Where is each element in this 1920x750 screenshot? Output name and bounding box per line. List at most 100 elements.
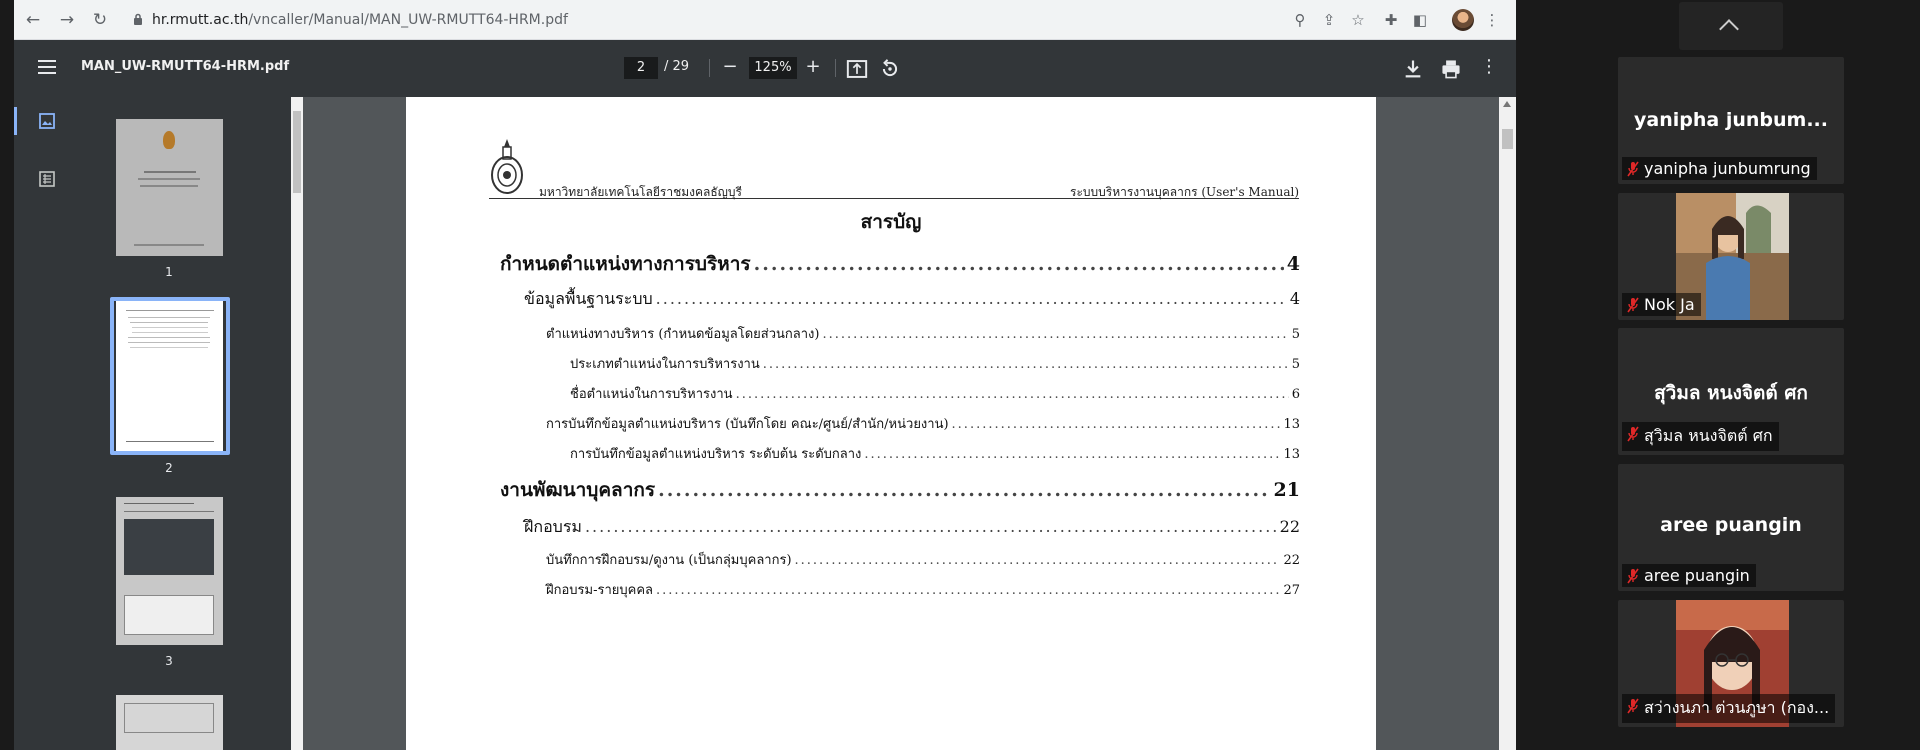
thumb-text-line <box>134 244 204 246</box>
toc-page-number: 6 <box>1291 387 1300 402</box>
toolbar-divider <box>709 59 710 77</box>
toc-page-number: 4 <box>1286 253 1300 275</box>
participant-tile[interactable]: สุวิมล หนงจิตต์ ศก สุวิมล หนงจิตต์ ศก <box>1618 328 1844 455</box>
document-scrollbar[interactable] <box>1499 97 1516 750</box>
toc-leader: ........................................… <box>822 327 1289 342</box>
toc-entry-label: งานพัฒนาบุคลากร <box>500 479 656 501</box>
scroll-up-arrow-icon[interactable] <box>1503 101 1511 107</box>
url-field[interactable]: hr.rmutt.ac.th/vncaller/Manual/MAN_UW-RM… <box>152 12 568 28</box>
rotate-icon[interactable] <box>879 58 901 80</box>
print-icon[interactable] <box>1440 58 1462 80</box>
toc-entry-label: ประเภทตำแหน่งในการบริหารงาน <box>570 357 760 372</box>
toc-page-number: 4 <box>1289 289 1300 308</box>
address-bar: ← → ↻ hr.rmutt.ac.th/vncaller/Manual/MAN… <box>14 0 1516 40</box>
toc-entry-label: กำหนดตำแหน่งทางการบริหาร <box>500 253 751 275</box>
participant-tile[interactable]: สว่างนภา ต่วนภูษา (กอง... <box>1618 600 1844 727</box>
participant-tile[interactable]: aree puangin aree puangin <box>1618 464 1844 591</box>
toc-entry-label: ฝึกอบรม <box>524 517 582 536</box>
pdf-toolbar: MAN_UW-RMUTT64-HRM.pdf 2 / 29 − 125% + ⋮ <box>14 40 1516 97</box>
toc-leader: ........................................… <box>584 517 1277 536</box>
thumbnail-page-3[interactable] <box>116 497 223 645</box>
zoom-level-input[interactable]: 125% <box>749 57 797 79</box>
toc-entry[interactable]: ฝึกอบรม-รายบุคคล........................… <box>546 579 1300 600</box>
thumb-text-line <box>132 332 208 333</box>
thumb-text-line <box>130 347 208 348</box>
toc-leader: ........................................… <box>753 253 1284 275</box>
more-options-icon[interactable]: ⋮ <box>1478 56 1500 78</box>
muted-mic-icon <box>1627 297 1639 313</box>
toc-leader: ........................................… <box>762 357 1289 372</box>
thumb-text-line <box>124 511 214 512</box>
forward-icon[interactable]: → <box>56 9 78 31</box>
toc-page-number: 21 <box>1273 479 1300 501</box>
toc-entry[interactable]: ประเภทตำแหน่งในการบริหารงาน.............… <box>570 353 1300 374</box>
download-icon[interactable] <box>1402 58 1424 80</box>
reload-icon[interactable]: ↻ <box>89 9 111 31</box>
toc-entry-label: การบันทึกข้อมูลตำแหน่งบริหาร (บันทึกโดย … <box>546 417 949 432</box>
collapse-panel-button[interactable] <box>1679 2 1783 50</box>
toc-entry-label: ฝึกอบรม-รายบุคคล <box>546 583 654 598</box>
toc-leader: ........................................… <box>864 447 1280 462</box>
back-icon[interactable]: ← <box>22 9 44 31</box>
chevron-up-icon <box>1719 19 1739 39</box>
scrollbar-thumb[interactable] <box>293 111 301 193</box>
thumbnail-number: 1 <box>165 265 173 279</box>
participant-name: สว่างนภา ต่วนภูษา (กอง... <box>1644 698 1830 717</box>
menu-kebab-icon[interactable]: ⋮ <box>1482 10 1502 30</box>
document-title: MAN_UW-RMUTT64-HRM.pdf <box>81 59 290 74</box>
extensions-icon[interactable]: ✚ <box>1381 10 1401 30</box>
participant-nametag: aree puangin <box>1622 564 1756 587</box>
toc-entry[interactable]: กำหนดตำแหน่งทางการบริหาร................… <box>500 249 1300 279</box>
toc-entry[interactable]: ฝึกอบรม.................................… <box>524 515 1300 540</box>
thumb-table <box>124 703 214 733</box>
toc-entry[interactable]: การบันทึกข้อมูลตำแหน่งบริหาร (บันทึกโดย … <box>546 413 1300 434</box>
outline-tab-icon[interactable] <box>36 168 58 190</box>
url-path: /vncaller/Manual/MAN_UW-RMUTT64-HRM.pdf <box>248 12 568 28</box>
toc-entry[interactable]: การบันทึกข้อมูลตำแหน่งบริหาร ระดับต้น ระ… <box>570 443 1300 464</box>
side-panel-icon[interactable]: ◧ <box>1410 10 1430 30</box>
participant-tile[interactable]: yanipha junbum... yanipha junbumrung <box>1618 57 1844 184</box>
toc-entry[interactable]: ตำแหน่งทางบริหาร (กำหนดข้อมูลโดยส่วนกลาง… <box>546 323 1300 344</box>
toc-leader: ........................................… <box>735 387 1289 402</box>
bookmark-star-icon[interactable]: ☆ <box>1348 10 1368 30</box>
toc-page-number: 27 <box>1283 583 1300 598</box>
zoom-in-icon[interactable]: + <box>802 56 824 78</box>
profile-avatar[interactable] <box>1452 9 1474 31</box>
sidebar-toggle-icon[interactable] <box>38 60 56 74</box>
toc-entry[interactable]: งานพัฒนาบุคลากร.........................… <box>500 475 1300 505</box>
page-header: มหาวิทยาลัยเทคโนโลยีราชมงคลธัญบุรี ระบบบ… <box>489 137 1299 199</box>
muted-mic-icon <box>1627 161 1639 177</box>
lock-icon[interactable] <box>133 13 143 25</box>
participant-tile[interactable]: Nok Ja <box>1618 193 1844 320</box>
participant-display-name: สุวิมล หนงจิตต์ ศก <box>1654 382 1808 404</box>
url-host: hr.rmutt.ac.th <box>152 12 249 28</box>
participant-nametag: Nok Ja <box>1622 293 1701 316</box>
thumbnail-page-1[interactable] <box>116 119 223 256</box>
thumb-text-line <box>124 503 194 504</box>
sidebar-tabs <box>14 97 70 750</box>
sidebar-scrollbar[interactable] <box>291 97 303 750</box>
toc-entry[interactable]: บันทึกการฝึกอบรม/ดูงาน (เป็นกลุ่มบุคลากร… <box>546 549 1300 570</box>
thumbnail-number: 3 <box>165 654 173 668</box>
participant-name: สุวิมล หนงจิตต์ ศก <box>1644 426 1773 445</box>
toc-entry[interactable]: ชื่อตำแหน่งในการบริหารงาน...............… <box>570 383 1300 404</box>
toc-page-number: 5 <box>1291 357 1300 372</box>
toc-title: สารบัญ <box>860 211 922 233</box>
thumb-text-line <box>126 310 214 311</box>
page-number-input[interactable]: 2 <box>624 57 658 79</box>
thumbnails-tab-icon[interactable] <box>36 110 58 132</box>
toc-entry-label: ตำแหน่งทางบริหาร (กำหนดข้อมูลโดยส่วนกลาง… <box>546 327 820 342</box>
toc-page-number: 22 <box>1279 517 1300 536</box>
scrollbar-thumb[interactable] <box>1502 129 1513 149</box>
toc-entry[interactable]: ข้อมูลพื้นฐานระบบ.......................… <box>524 287 1300 312</box>
toc-page-number: 22 <box>1283 553 1300 568</box>
thumbnail-page-4[interactable] <box>116 695 223 750</box>
zoom-out-icon[interactable]: − <box>719 56 741 78</box>
thumbnail-page-2[interactable] <box>116 301 223 451</box>
share-icon[interactable]: ⇪ <box>1319 10 1339 30</box>
emblem-mark <box>163 131 175 149</box>
zoom-icon[interactable]: ⚲ <box>1290 10 1310 30</box>
participant-nametag: yanipha junbumrung <box>1622 157 1817 180</box>
system-name: ระบบบริหารงานบุคลากร (User's Manual) <box>1070 185 1299 199</box>
fit-page-icon[interactable] <box>846 58 868 80</box>
